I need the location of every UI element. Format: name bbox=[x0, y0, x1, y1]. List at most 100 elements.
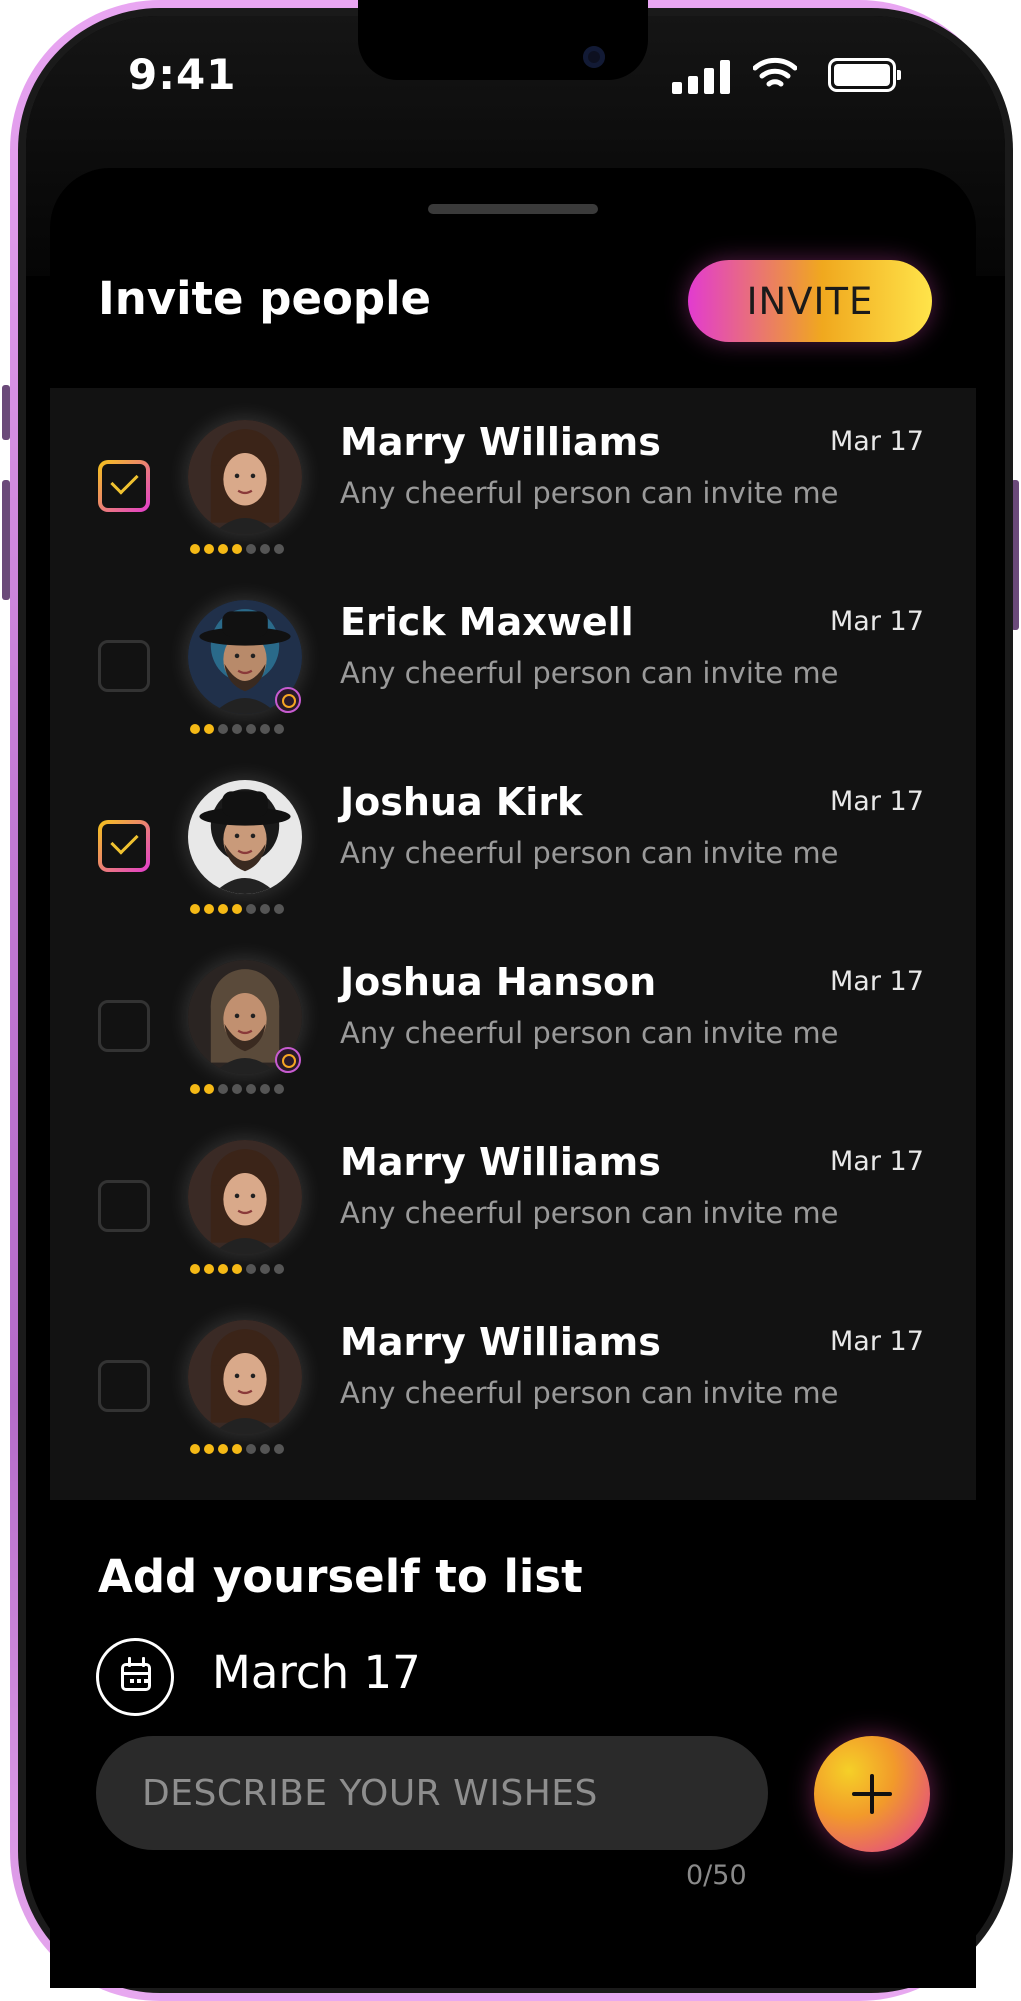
rating-dot bbox=[190, 1264, 200, 1274]
rating-dot bbox=[274, 904, 284, 914]
rating-dot bbox=[218, 724, 228, 734]
rating-dot bbox=[232, 1264, 242, 1274]
contact-checkbox[interactable] bbox=[98, 1360, 150, 1412]
rating-dot bbox=[232, 724, 242, 734]
rating-dot bbox=[204, 1444, 214, 1454]
rating-dot bbox=[246, 544, 256, 554]
rating-dot bbox=[232, 904, 242, 914]
contact-date: Mar 17 bbox=[830, 426, 924, 457]
rating-dot bbox=[260, 1084, 270, 1094]
contact-message: Any cheerful person can invite me bbox=[340, 1376, 839, 1410]
sheet-grabber[interactable] bbox=[428, 204, 598, 214]
rating-dot bbox=[232, 1084, 242, 1094]
rating-dot bbox=[260, 724, 270, 734]
contact-checkbox[interactable] bbox=[98, 820, 150, 872]
link-badge-icon bbox=[275, 1047, 301, 1073]
rating-dot bbox=[190, 544, 200, 554]
rating-dot bbox=[274, 1084, 284, 1094]
contact-message: Any cheerful person can invite me bbox=[340, 1196, 839, 1230]
contact-message: Any cheerful person can invite me bbox=[340, 656, 839, 690]
contact-checkbox[interactable] bbox=[98, 1000, 150, 1052]
check-icon bbox=[110, 466, 139, 495]
contact-name: Joshua Hanson bbox=[340, 960, 657, 1004]
avatar[interactable] bbox=[188, 1140, 302, 1254]
rating-dot bbox=[274, 724, 284, 734]
rating-dot bbox=[204, 544, 214, 554]
rating-dot bbox=[246, 904, 256, 914]
avatar[interactable] bbox=[188, 780, 302, 894]
rating-dot bbox=[246, 1444, 256, 1454]
rating-dot bbox=[232, 1444, 242, 1454]
rating-dots bbox=[190, 1264, 284, 1274]
rating-dot bbox=[218, 904, 228, 914]
contact-name: Marry Williams bbox=[340, 1320, 661, 1364]
rating-dot bbox=[204, 724, 214, 734]
rating-dots bbox=[190, 544, 284, 554]
rating-dot bbox=[190, 724, 200, 734]
volume-button bbox=[2, 480, 10, 600]
add-button[interactable] bbox=[814, 1736, 930, 1852]
rating-dot bbox=[260, 904, 270, 914]
dynamic-island bbox=[358, 0, 648, 80]
rating-dot bbox=[204, 1264, 214, 1274]
selected-date[interactable]: March 17 bbox=[212, 1646, 421, 1699]
rating-dots bbox=[190, 1444, 284, 1454]
rating-dot bbox=[204, 904, 214, 914]
rating-dot bbox=[204, 1084, 214, 1094]
rating-dot bbox=[274, 1444, 284, 1454]
invite-button[interactable]: INVITE bbox=[688, 260, 932, 342]
contact-message: Any cheerful person can invite me bbox=[340, 476, 839, 510]
rating-dot bbox=[190, 1084, 200, 1094]
wish-input[interactable]: DESCRIBE YOUR WISHES bbox=[96, 1736, 768, 1850]
avatar[interactable] bbox=[188, 420, 302, 534]
contact-checkbox[interactable] bbox=[98, 640, 150, 692]
cellular-signal-icon bbox=[672, 58, 734, 94]
rating-dots bbox=[190, 724, 284, 734]
rating-dot bbox=[232, 544, 242, 554]
add-yourself-title: Add yourself to list bbox=[98, 1550, 583, 1603]
avatar[interactable] bbox=[188, 1320, 302, 1434]
rating-dot bbox=[274, 1264, 284, 1274]
check-icon bbox=[110, 826, 139, 855]
contact-list: Marry Williams Mar 17 Any cheerful person … bbox=[50, 388, 976, 1500]
rating-dot bbox=[218, 1444, 228, 1454]
contact-date: Mar 17 bbox=[830, 606, 924, 637]
calendar-icon[interactable] bbox=[96, 1638, 174, 1716]
status-time: 9:41 bbox=[128, 50, 237, 99]
contact-row[interactable]: Erick Maxwell Mar 17 Any cheerful person c… bbox=[50, 580, 976, 760]
contact-checkbox[interactable] bbox=[98, 460, 150, 512]
contact-date: Mar 17 bbox=[830, 1146, 924, 1177]
link-badge-icon bbox=[275, 687, 301, 713]
side-button bbox=[2, 385, 10, 440]
contact-date: Mar 17 bbox=[830, 966, 924, 997]
rating-dot bbox=[260, 544, 270, 554]
character-counter: 0/50 bbox=[686, 1860, 747, 1891]
contact-row[interactable]: Joshua Kirk Mar 17 Any cheerful person can… bbox=[50, 760, 976, 940]
contact-message: Any cheerful person can invite me bbox=[340, 836, 839, 870]
contact-date: Mar 17 bbox=[830, 1326, 924, 1357]
page-title: Invite people bbox=[98, 272, 432, 325]
contact-name: Marry Williams bbox=[340, 1140, 661, 1184]
rating-dot bbox=[190, 1444, 200, 1454]
contact-row[interactable]: Joshua Hanson Mar 17 Any cheerful person c… bbox=[50, 940, 976, 1120]
rating-dots bbox=[190, 1084, 284, 1094]
rating-dot bbox=[190, 904, 200, 914]
contact-date: Mar 17 bbox=[830, 786, 924, 817]
rating-dots bbox=[190, 904, 284, 914]
rating-dot bbox=[260, 1444, 270, 1454]
contact-row[interactable]: Marry Williams Mar 17 Any cheerful person … bbox=[50, 1120, 976, 1300]
contact-name: Erick Maxwell bbox=[340, 600, 634, 644]
rating-dot bbox=[246, 1084, 256, 1094]
rating-dot bbox=[246, 724, 256, 734]
rating-dot bbox=[274, 544, 284, 554]
rating-dot bbox=[218, 1264, 228, 1274]
contact-message: Any cheerful person can invite me bbox=[340, 1016, 839, 1050]
rating-dot bbox=[218, 544, 228, 554]
camera-icon bbox=[583, 46, 605, 68]
contact-name: Marry Williams bbox=[340, 420, 661, 464]
rating-dot bbox=[218, 1084, 228, 1094]
contact-row[interactable]: Marry Williams Mar 17 Any cheerful person … bbox=[50, 1300, 976, 1480]
battery-icon bbox=[828, 58, 901, 92]
contact-row[interactable]: Marry Williams Mar 17 Any cheerful person … bbox=[50, 400, 976, 580]
contact-checkbox[interactable] bbox=[98, 1180, 150, 1232]
